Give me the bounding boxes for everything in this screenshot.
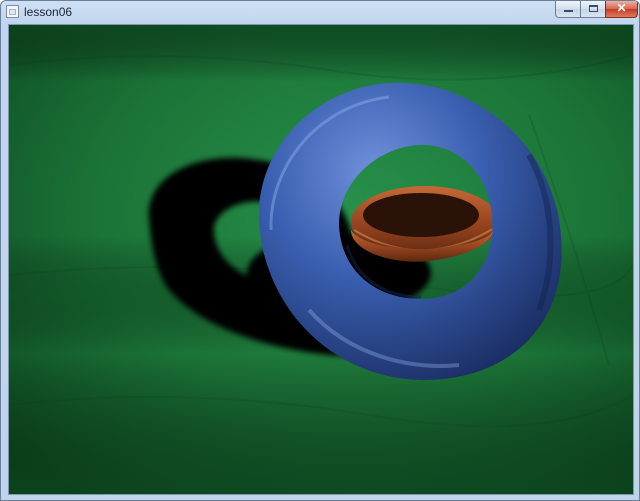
maximize-icon xyxy=(589,5,598,12)
app-window: lesson06 ✕ xyxy=(0,0,640,501)
scene-canvas xyxy=(9,25,633,494)
maximize-button[interactable] xyxy=(580,1,606,18)
app-icon xyxy=(6,5,19,18)
close-button[interactable]: ✕ xyxy=(605,1,638,18)
minimize-button[interactable] xyxy=(555,1,581,18)
minimize-icon xyxy=(564,10,573,12)
render-viewport[interactable] xyxy=(8,24,634,495)
window-title: lesson06 xyxy=(24,5,73,19)
close-icon: ✕ xyxy=(616,1,627,15)
title-bar[interactable]: lesson06 ✕ xyxy=(1,1,639,23)
